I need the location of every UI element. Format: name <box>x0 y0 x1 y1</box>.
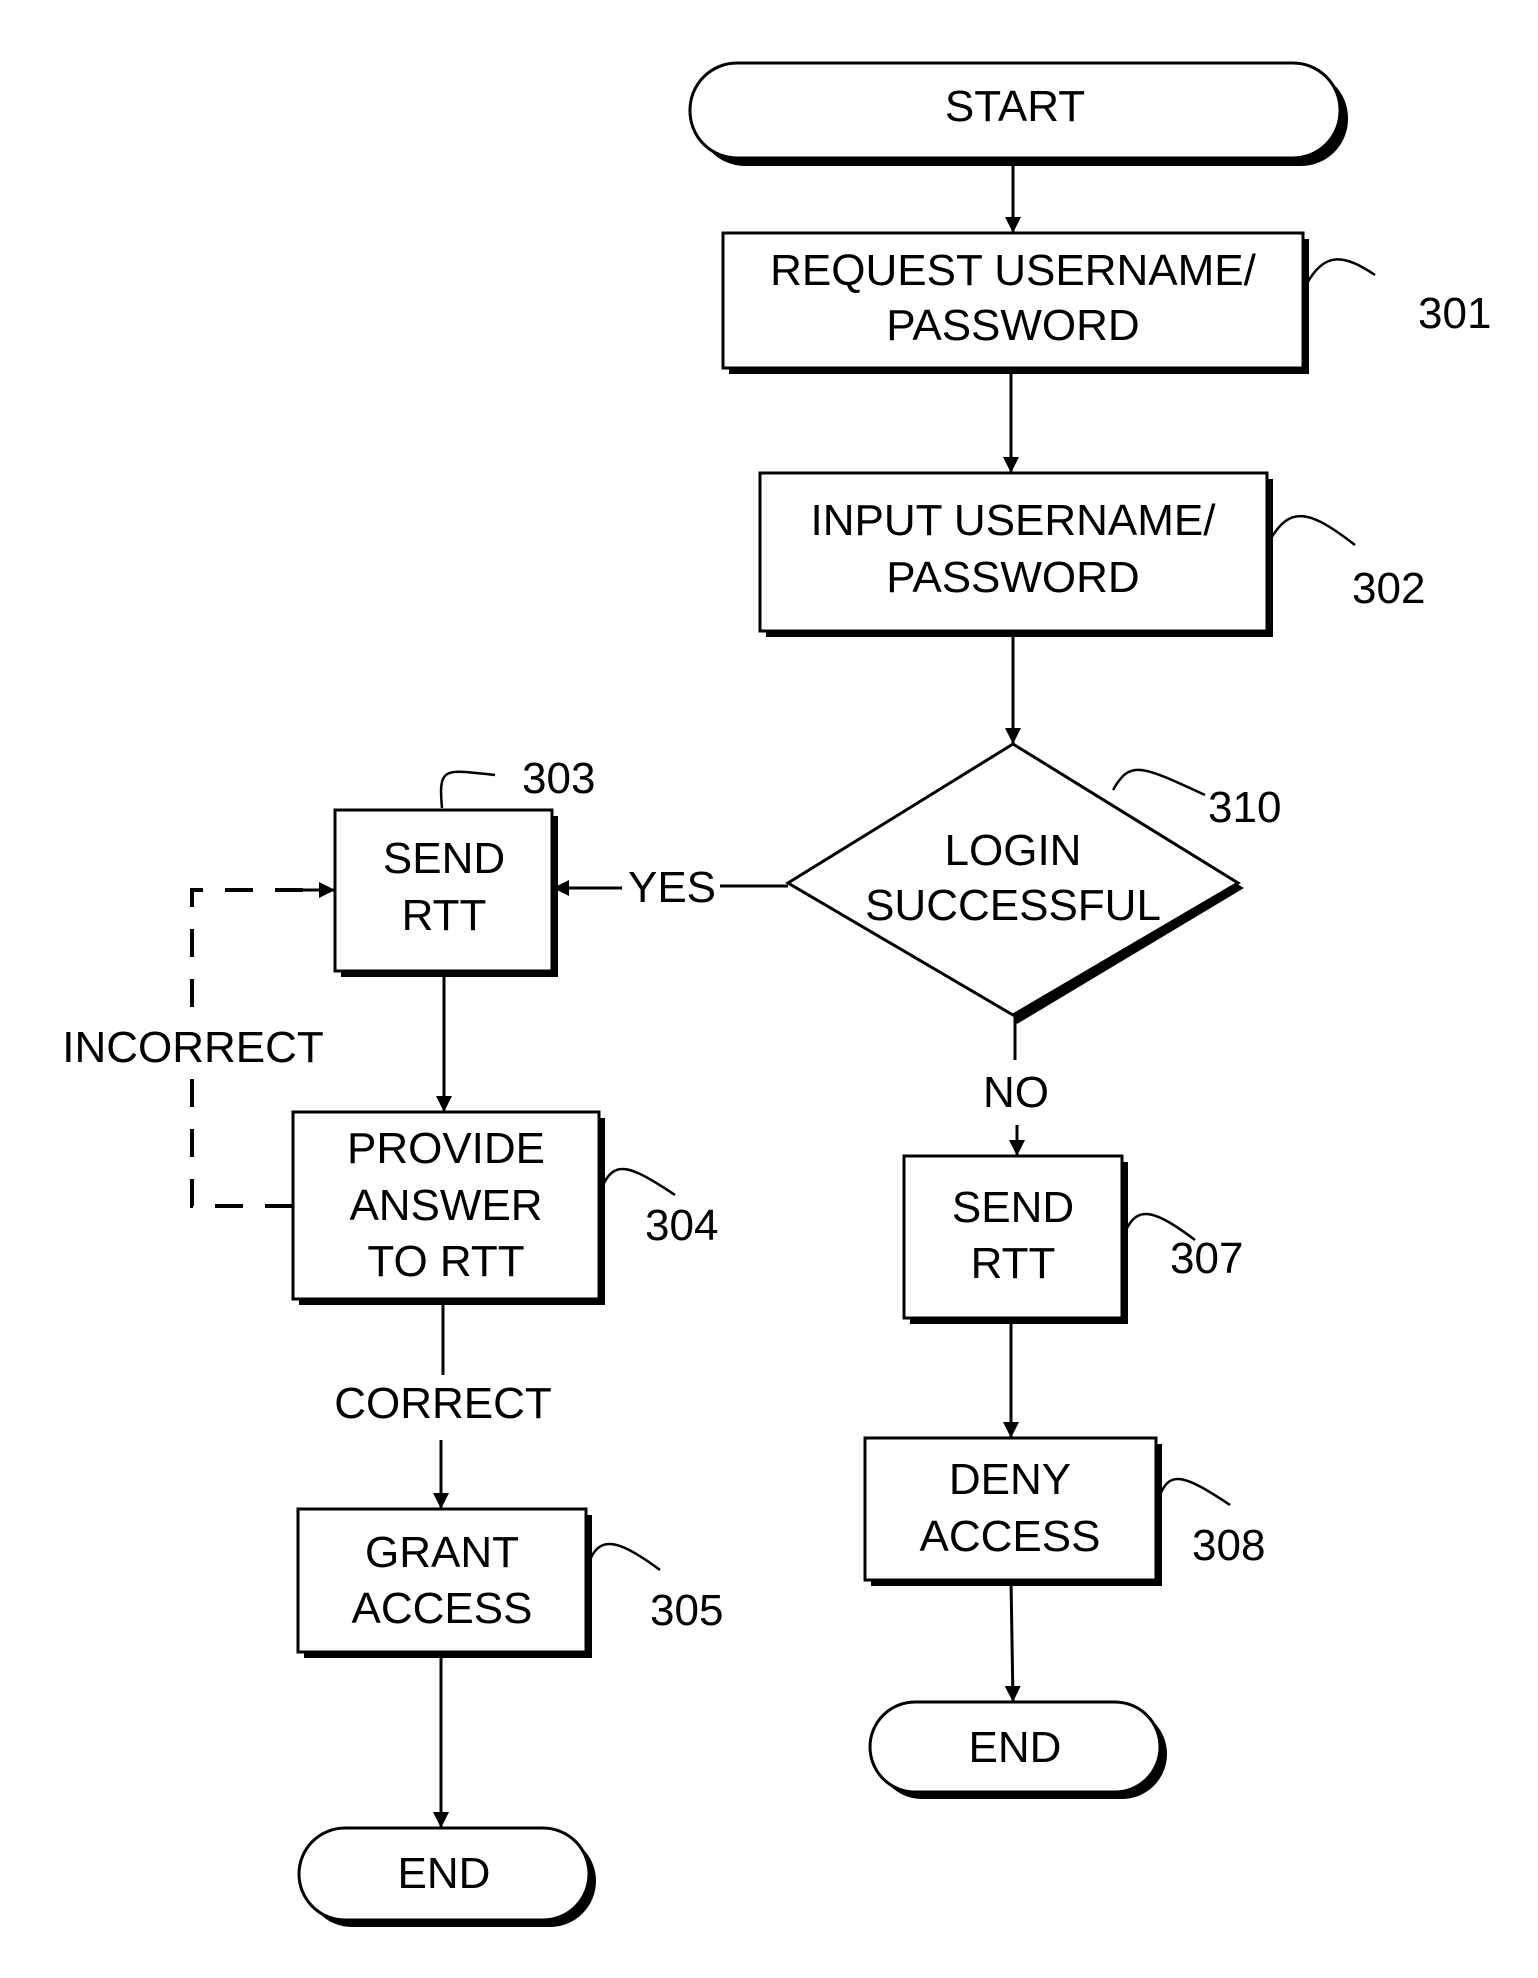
decision-310: LOGIN SUCCESSFUL <box>785 742 1244 1024</box>
arrow-308-to-end <box>1004 1579 1021 1703</box>
process-305-line2: ACCESS <box>352 1584 533 1633</box>
edge-label-correct: CORRECT <box>334 1379 552 1428</box>
decision-310-line2: SUCCESSFUL <box>865 881 1161 930</box>
end-right-label: END <box>969 1723 1062 1772</box>
process-308-line1: DENY <box>949 1455 1071 1504</box>
flowchart: START REQUEST USERNAME/ PASSWORD 301 INP… <box>40 61 1491 1927</box>
process-308-line2: ACCESS <box>920 1512 1101 1561</box>
process-303: SEND RTT <box>333 808 558 977</box>
start-label: START <box>945 82 1085 131</box>
ref-305: 305 <box>650 1586 723 1635</box>
end-terminal-right: END <box>868 1700 1167 1799</box>
leader-305 <box>588 1542 661 1572</box>
process-304-line1: PROVIDE <box>347 1124 545 1173</box>
process-301: REQUEST USERNAME/ PASSWORD <box>721 231 1309 374</box>
leader-308 <box>1158 1477 1231 1507</box>
ref-307: 307 <box>1170 1234 1243 1283</box>
process-302-line2: PASSWORD <box>886 553 1139 602</box>
end-left-label: END <box>398 1849 491 1898</box>
process-308: DENY ACCESS <box>863 1436 1162 1586</box>
process-301-line2: PASSWORD <box>886 301 1139 350</box>
ref-303: 303 <box>522 754 595 803</box>
ref-310: 310 <box>1208 783 1281 832</box>
process-307-line2: RTT <box>971 1239 1056 1288</box>
process-305: GRANT ACCESS <box>296 1507 592 1658</box>
process-307: SEND RTT <box>902 1154 1128 1324</box>
ref-301: 301 <box>1418 289 1491 338</box>
process-304-line3: TO RTT <box>367 1237 524 1286</box>
process-303-line1: SEND <box>383 834 505 883</box>
process-307-line1: SEND <box>952 1183 1074 1232</box>
ref-308: 308 <box>1192 1521 1265 1570</box>
process-302-line1: INPUT USERNAME/ <box>810 496 1216 545</box>
end-terminal-left: END <box>297 1826 596 1927</box>
edge-label-incorrect: INCORRECT <box>62 1023 324 1072</box>
edge-label-yes: YES <box>628 863 716 912</box>
leader-301 <box>1304 258 1376 286</box>
ref-304: 304 <box>645 1201 718 1250</box>
process-301-line1: REQUEST USERNAME/ <box>770 246 1256 295</box>
process-303-line2: RTT <box>402 891 487 940</box>
leader-303 <box>439 770 496 809</box>
process-304-line2: ANSWER <box>349 1181 542 1230</box>
process-304: PROVIDE ANSWER TO RTT <box>291 1110 605 1305</box>
leader-310 <box>1111 768 1206 797</box>
edge-label-no: NO <box>983 1068 1049 1117</box>
process-305-line1: GRANT <box>365 1528 519 1577</box>
start-terminal: START <box>688 61 1348 166</box>
ref-302: 302 <box>1352 564 1425 613</box>
leader-302 <box>1268 514 1356 546</box>
leader-304 <box>601 1167 676 1197</box>
decision-310-line1: LOGIN <box>945 826 1082 875</box>
process-302: INPUT USERNAME/ PASSWORD <box>758 471 1273 637</box>
